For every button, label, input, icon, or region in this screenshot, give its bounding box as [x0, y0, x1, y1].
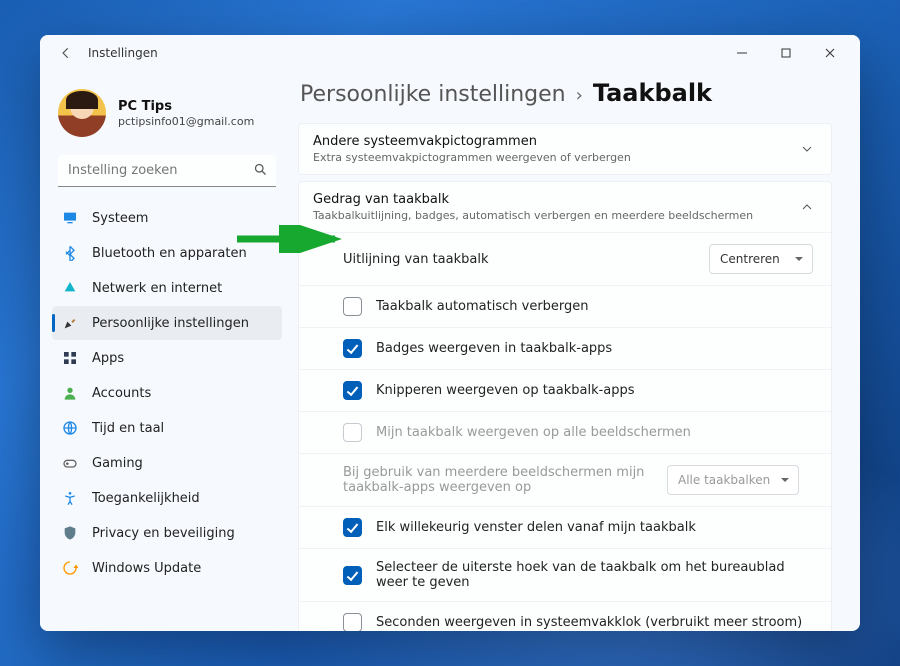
sidebar-item-8[interactable]: Toegankelijkheid — [52, 481, 282, 515]
sidebar-item-label: Windows Update — [92, 561, 201, 576]
row-flashing[interactable]: Knipperen weergeven op taakbalk-apps — [299, 369, 831, 411]
globe-icon — [62, 420, 78, 436]
main: Persoonlijke instellingen › Taakbalk And… — [288, 71, 860, 631]
back-button[interactable] — [48, 37, 84, 69]
sidebar-item-2[interactable]: Netwerk en internet — [52, 271, 282, 305]
minimize-button[interactable] — [720, 37, 764, 69]
row-flashing-label: Knipperen weergeven op taakbalk-apps — [376, 383, 813, 398]
row-share-label: Elk willekeurig venster delen vanaf mijn… — [376, 520, 813, 535]
desktop-corner-checkbox[interactable] — [343, 566, 362, 585]
sidebar-item-label: Persoonlijke instellingen — [92, 316, 249, 331]
flashing-checkbox[interactable] — [343, 381, 362, 400]
chevron-up-icon — [797, 198, 817, 217]
badges-checkbox[interactable] — [343, 339, 362, 358]
gamepad-icon — [62, 455, 78, 471]
card-other-tray-icons: Andere systeemvakpictogrammen Extra syst… — [298, 123, 832, 175]
multi-monitor-select-value: Alle taakbalken — [678, 473, 770, 487]
settings-window: Instellingen PC Tips pctipsinfo01@gmail.… — [40, 35, 860, 631]
row-badges[interactable]: Badges weergeven in taakbalk-apps — [299, 327, 831, 369]
sidebar-item-6[interactable]: Tijd en taal — [52, 411, 282, 445]
row-badges-label: Badges weergeven in taakbalk-apps — [376, 341, 813, 356]
sidebar-item-10[interactable]: Windows Update — [52, 551, 282, 585]
sidebar-item-label: Tijd en taal — [92, 421, 164, 436]
sidebar-item-9[interactable]: Privacy en beveiliging — [52, 516, 282, 550]
profile-email: pctipsinfo01@gmail.com — [118, 115, 254, 128]
close-button[interactable] — [808, 37, 852, 69]
profile[interactable]: PC Tips pctipsinfo01@gmail.com — [52, 79, 282, 155]
accessibility-icon — [62, 490, 78, 506]
row-share[interactable]: Elk willekeurig venster delen vanaf mijn… — [299, 506, 831, 548]
sidebar-item-label: Systeem — [92, 211, 148, 226]
sidebar-item-3[interactable]: Persoonlijke instellingen — [52, 306, 282, 340]
multi-monitor-select: Alle taakbalken — [667, 465, 799, 495]
monitor-icon — [62, 210, 78, 226]
sidebar-item-label: Bluetooth en apparaten — [92, 246, 247, 261]
sidebar-item-label: Toegankelijkheid — [92, 491, 200, 506]
sidebar-item-label: Accounts — [92, 386, 151, 401]
card-other-header[interactable]: Andere systeemvakpictogrammen Extra syst… — [299, 124, 831, 174]
row-all-monitors: Mijn taakbalk weergeven op alle beeldsch… — [299, 411, 831, 453]
nav: Systeem Bluetooth en apparaten Netwerk en … — [52, 201, 282, 585]
sidebar-item-label: Netwerk en internet — [92, 281, 222, 296]
wifi-icon — [62, 280, 78, 296]
alignment-select[interactable]: Centreren — [709, 244, 813, 274]
search — [58, 155, 276, 187]
autohide-checkbox[interactable] — [343, 297, 362, 316]
shield-icon — [62, 525, 78, 541]
row-desktop-corner[interactable]: Selecteer de uiterste hoek van de taakba… — [299, 548, 831, 601]
sidebar-item-label: Apps — [92, 351, 124, 366]
breadcrumb: Persoonlijke instellingen › Taakbalk — [300, 79, 832, 107]
all-monitors-checkbox — [343, 423, 362, 442]
row-autohide[interactable]: Taakbalk automatisch verbergen — [299, 285, 831, 327]
search-input[interactable] — [58, 155, 276, 187]
alignment-select-value: Centreren — [720, 252, 780, 266]
card-behavior-header[interactable]: Gedrag van taakbalk Taakbalkuitlijning, … — [299, 182, 831, 232]
app-title: Instellingen — [88, 46, 158, 60]
sidebar-item-label: Privacy en beveiliging — [92, 526, 235, 541]
row-seconds[interactable]: Seconden weergeven in systeemvakklok (ve… — [299, 601, 831, 631]
chevron-down-icon — [797, 140, 817, 159]
sidebar-item-0[interactable]: Systeem — [52, 201, 282, 235]
update-icon — [62, 560, 78, 576]
titlebar: Instellingen — [40, 35, 860, 71]
seconds-checkbox[interactable] — [343, 613, 362, 631]
card-other-title: Andere systeemvakpictogrammen — [313, 134, 797, 149]
card-behavior-title: Gedrag van taakbalk — [313, 192, 797, 207]
brush-icon — [62, 315, 78, 331]
card-taskbar-behavior: Gedrag van taakbalk Taakbalkuitlijning, … — [298, 181, 832, 631]
row-multi-monitor: Bij gebruik van meerdere beeldschermen m… — [299, 453, 831, 506]
arrow-left-icon — [59, 46, 73, 60]
page-title: Taakbalk — [593, 79, 712, 107]
avatar — [58, 89, 106, 137]
sidebar-item-label: Gaming — [92, 456, 143, 471]
row-autohide-label: Taakbalk automatisch verbergen — [376, 299, 813, 314]
card-other-subtitle: Extra systeemvakpictogrammen weergeven o… — [313, 151, 797, 164]
apps-icon — [62, 350, 78, 366]
row-seconds-label: Seconden weergeven in systeemvakklok (ve… — [376, 615, 813, 630]
share-checkbox[interactable] — [343, 518, 362, 537]
chevron-right-icon: › — [576, 85, 583, 106]
minimize-icon — [737, 48, 747, 58]
maximize-icon — [781, 48, 791, 58]
close-icon — [825, 48, 835, 58]
row-alignment: Uitlijning van taakbalk Centreren — [299, 232, 831, 285]
row-multi-monitor-label: Bij gebruik van meerdere beeldschermen m… — [343, 465, 653, 495]
sidebar-item-4[interactable]: Apps — [52, 341, 282, 375]
sidebar-item-7[interactable]: Gaming — [52, 446, 282, 480]
card-behavior-subtitle: Taakbalkuitlijning, badges, automatisch … — [313, 209, 797, 222]
sidebar-item-5[interactable]: Accounts — [52, 376, 282, 410]
breadcrumb-parent[interactable]: Persoonlijke instellingen — [300, 82, 566, 107]
row-alignment-label: Uitlijning van taakbalk — [343, 252, 695, 267]
profile-name: PC Tips — [118, 99, 254, 114]
person-icon — [62, 385, 78, 401]
bluetooth-icon — [62, 245, 78, 261]
sidebar: PC Tips pctipsinfo01@gmail.com Systeem Bl… — [40, 71, 288, 631]
search-icon — [253, 162, 268, 181]
row-all-monitors-label: Mijn taakbalk weergeven op alle beeldsch… — [376, 425, 813, 440]
row-desktop-corner-label: Selecteer de uiterste hoek van de taakba… — [376, 560, 813, 590]
maximize-button[interactable] — [764, 37, 808, 69]
sidebar-item-1[interactable]: Bluetooth en apparaten — [52, 236, 282, 270]
